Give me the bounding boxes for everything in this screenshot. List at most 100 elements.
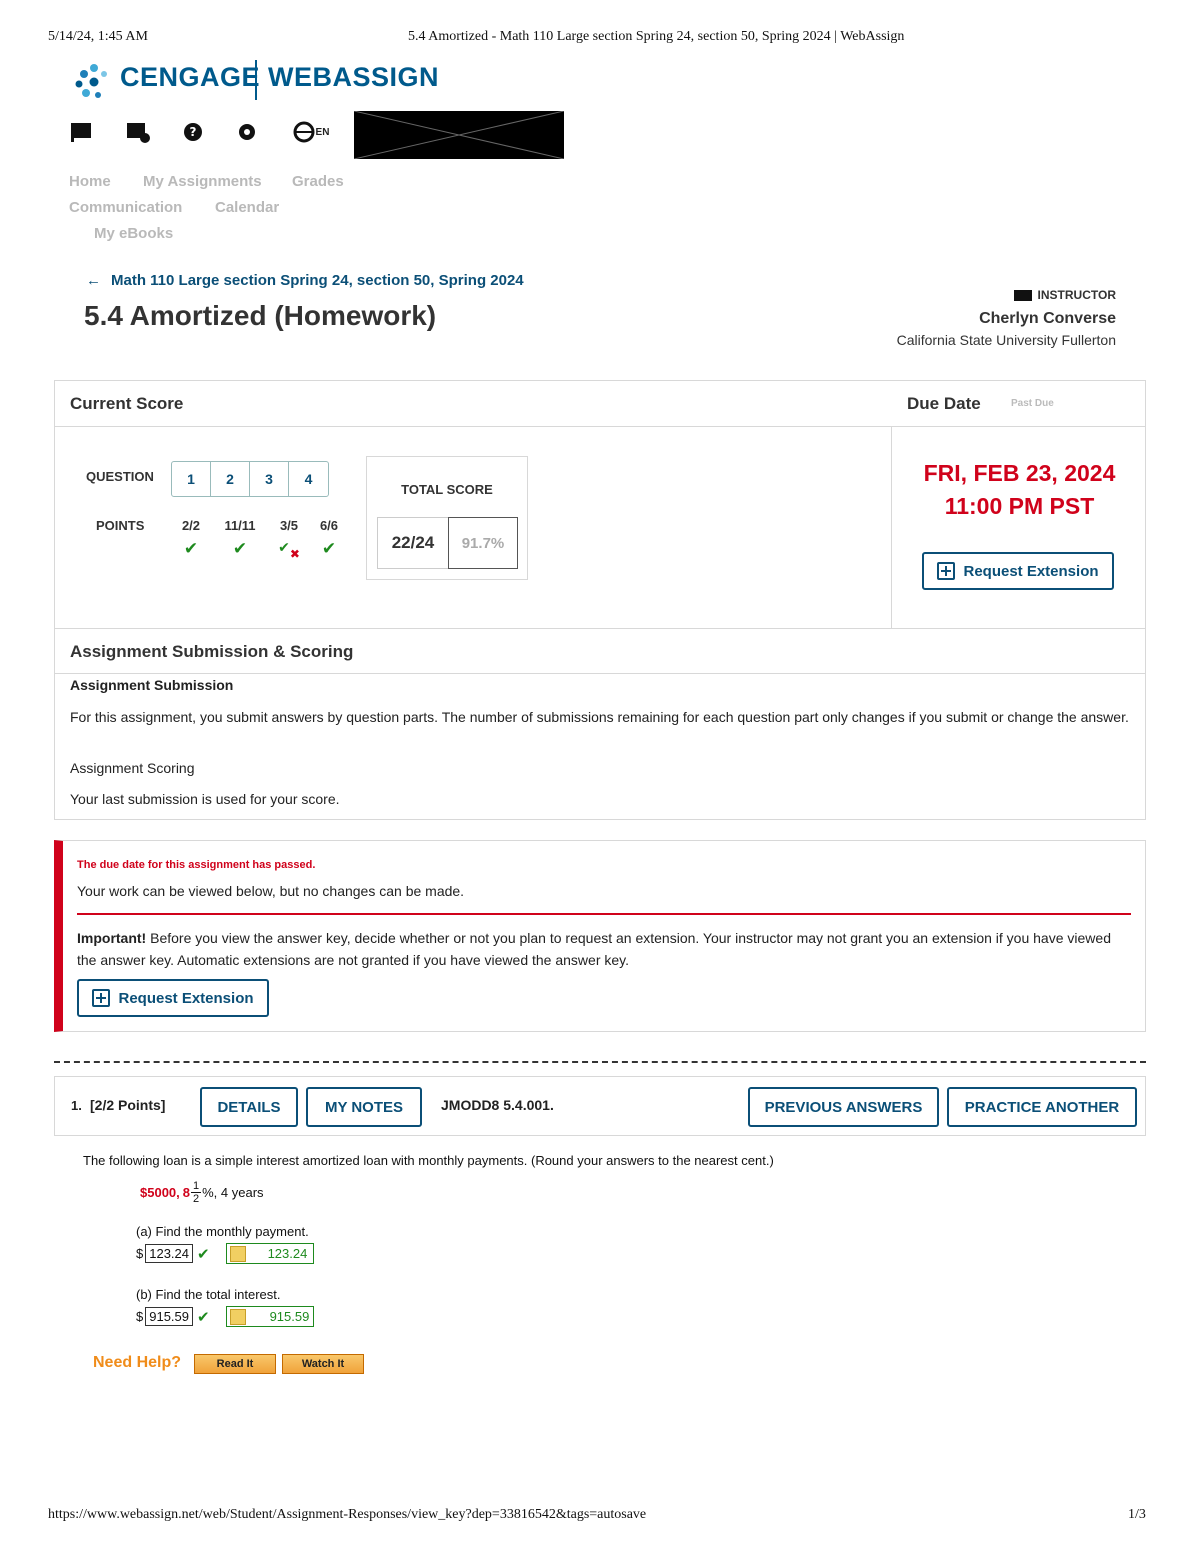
instructor-icon — [1013, 290, 1032, 302]
question-tab-3[interactable]: 3 — [250, 462, 289, 496]
checkmark-icon: ✔ — [232, 539, 248, 558]
question-tab-2[interactable]: 2 — [211, 462, 250, 496]
checkmark-icon: ✔ — [321, 539, 337, 558]
panel-divider — [55, 628, 1145, 629]
section-separator — [54, 1061, 1146, 1063]
alert-text: Your work can be viewed below, but no ch… — [77, 883, 465, 899]
practice-another-button[interactable]: PRACTICE ANOTHER — [947, 1087, 1137, 1127]
part-b-answer-row: $ 915.59 ✔ 915.59 — [136, 1306, 314, 1327]
nav-calendar[interactable]: Calendar — [215, 199, 279, 216]
question-tabs: 1 2 3 4 — [171, 461, 329, 497]
points-q2: 11/11 — [224, 518, 256, 533]
part-b-prompt: (b) Find the total interest. — [136, 1287, 281, 1302]
currency-symbol: $ — [136, 1309, 144, 1324]
answer-a-field[interactable]: 123.24 — [145, 1244, 193, 1263]
current-score-label: Current Score — [70, 394, 184, 413]
total-score-box: TOTAL SCORE 22/24 91.7% — [366, 456, 528, 580]
alert-important-label: Important! — [77, 930, 147, 946]
panel-divider — [55, 673, 1145, 674]
flag-icon[interactable] — [68, 120, 94, 144]
alert-important-text: Before you view the answer key, decide w… — [77, 930, 1111, 968]
alert-request-extension-label: Request Extension — [118, 989, 254, 1007]
correct-check-icon: ✔ — [197, 1245, 210, 1263]
question-number: 1. — [71, 1098, 82, 1113]
calendar-plus-icon — [92, 989, 111, 1007]
rate-fraction: 1 2 — [191, 1180, 202, 1205]
nav-communication[interactable]: Communication — [69, 199, 182, 216]
print-title: 5.4 Amortized - Math 110 Large section S… — [408, 29, 905, 44]
print-date: 5/14/24, 1:45 AM — [48, 29, 148, 44]
my-notes-button[interactable]: MY NOTES — [306, 1087, 422, 1127]
page-title: 5.4 Amortized (Homework) — [84, 300, 437, 331]
scoring-text: Your last submission is used for your sc… — [70, 791, 340, 807]
answer-b-field[interactable]: 915.59 — [145, 1307, 193, 1326]
answer-key-a-value: 123.24 — [267, 1246, 308, 1261]
svg-text:?: ? — [190, 125, 197, 139]
watch-it-button[interactable]: Watch It — [282, 1354, 364, 1374]
points-label: POINTS — [96, 518, 145, 533]
alert-divider — [77, 913, 1131, 915]
question-1-header: 1. [2/2 Points] DETAILS MY NOTES JMODD8 … — [54, 1076, 1146, 1136]
print-url: https://www.webassign.net/web/Student/As… — [48, 1507, 647, 1522]
help-icon[interactable]: ? — [180, 120, 206, 144]
print-page-number: 1/3 — [1128, 1507, 1146, 1522]
due-status: Past Due — [1011, 398, 1054, 409]
alert-request-extension-button[interactable]: Request Extension — [77, 979, 269, 1017]
question-tab-1[interactable]: 1 — [172, 462, 211, 496]
calendar-plus-icon — [937, 562, 956, 580]
submission-heading: Assignment Submission & Scoring — [70, 642, 354, 661]
loan-amount: $5000, — [140, 1185, 180, 1200]
total-score-label: TOTAL SCORE — [401, 482, 493, 497]
answer-key-b-value: 915.59 — [269, 1309, 310, 1324]
settings-icon[interactable] — [234, 120, 260, 144]
alert-title: The due date for this assignment has pas… — [77, 859, 316, 871]
alert-important: Important! Before you view the answer ke… — [77, 927, 1133, 971]
breadcrumb-course-link[interactable]: Math 110 Large section Spring 24, sectio… — [111, 272, 524, 289]
need-help-label: Need Help? — [93, 1354, 182, 1371]
score-panel: Current Score Due Date Past Due QUESTION… — [54, 380, 1146, 820]
instructor-school: California State University Fullerton — [896, 332, 1116, 348]
globe-language-icon[interactable]: EN — [289, 120, 333, 144]
rate-suffix: %, 4 years — [202, 1185, 264, 1200]
previous-answers-button[interactable]: PREVIOUS ANSWERS — [748, 1087, 939, 1127]
scoring-heading: Assignment Scoring — [70, 760, 195, 776]
rate-whole: 8 — [182, 1185, 190, 1200]
logo-webassign-text[interactable]: WEBASSIGN — [268, 62, 439, 93]
details-button[interactable]: DETAILS — [200, 1087, 298, 1127]
total-score-value: 22/24 — [377, 517, 449, 569]
total-score-percent: 91.7% — [448, 517, 518, 569]
request-extension-label: Request Extension — [963, 562, 1099, 580]
key-icon — [229, 1308, 246, 1325]
currency-symbol: $ — [136, 1246, 144, 1261]
read-it-button[interactable]: Read It — [194, 1354, 276, 1374]
breadcrumb[interactable]: ← Math 110 Large section Spring 24, secti… — [86, 272, 524, 289]
rate-numerator: 1 — [191, 1180, 202, 1193]
loan-terms: $5000, 8 1 2 %, 4 years — [140, 1180, 264, 1205]
redacted-user-area — [353, 110, 565, 160]
partial-credit-icon: ✔✖ — [278, 539, 300, 561]
points-q4: 6/6 — [319, 518, 339, 533]
cengage-logo-icon — [74, 62, 114, 100]
key-icon — [229, 1245, 246, 1262]
part-a-prompt: (a) Find the monthly payment. — [136, 1224, 309, 1239]
rate-denominator: 2 — [193, 1193, 200, 1205]
instructor-name: Cherlyn Converse — [979, 310, 1116, 327]
question-prompt: The following loan is a simple interest … — [83, 1153, 774, 1168]
nav-grades[interactable]: Grades — [292, 173, 344, 190]
past-due-alert: The due date for this assignment has pas… — [54, 840, 1146, 1032]
submission-text: For this assignment, you submit answers … — [70, 709, 1129, 725]
submission-subheading: Assignment Submission — [70, 677, 234, 693]
nav-home[interactable]: Home — [69, 173, 111, 190]
question-code: JMODD8 5.4.001. — [441, 1097, 554, 1113]
nav-my-ebooks[interactable]: My eBooks — [94, 225, 173, 242]
due-date-day: FRI, FEB 23, 2024 — [923, 460, 1116, 486]
nav-my-assignments[interactable]: My Assignments — [143, 173, 262, 190]
logo-cengage-text[interactable]: CENGAGE — [120, 62, 260, 93]
question-label: QUESTION — [86, 469, 154, 484]
score-panel-header — [55, 381, 1145, 427]
request-extension-button[interactable]: Request Extension — [922, 552, 1114, 590]
question-tab-4[interactable]: 4 — [289, 462, 328, 496]
due-date-label: Due Date — [907, 394, 981, 413]
answer-key-a: 123.24 — [225, 1243, 314, 1264]
message-icon[interactable] — [125, 120, 151, 144]
